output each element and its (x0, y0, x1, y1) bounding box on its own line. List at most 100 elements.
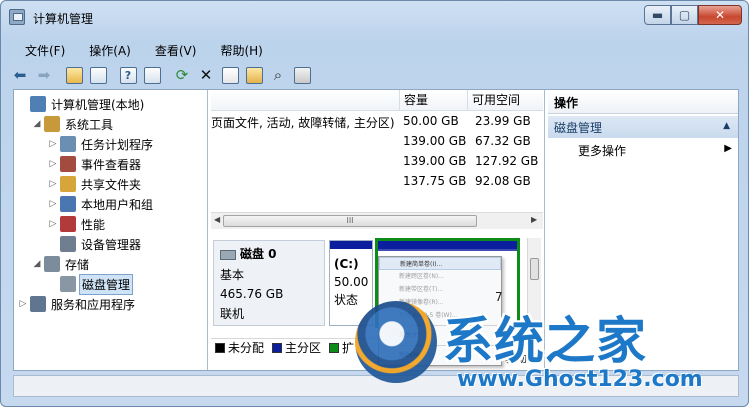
disk-management-icon (60, 276, 76, 292)
services-icon (30, 296, 46, 312)
show-action-icon[interactable] (141, 64, 163, 86)
capacity-cell: 139.00 GB (403, 134, 467, 148)
show-tree-icon[interactable] (87, 64, 109, 86)
disk-status: 联机 (220, 307, 245, 321)
menu-view[interactable]: 查看(V) (139, 39, 205, 59)
menu-action[interactable]: 操作(A) (73, 39, 139, 59)
partition-c-size: 50.00 (334, 275, 369, 289)
legend-label: 主分区 (285, 341, 322, 355)
context-menu-item[interactable]: 新建简单卷(I)... (379, 257, 501, 270)
tree-item[interactable]: ◢ 系统工具 (32, 114, 115, 134)
expander-icon[interactable]: ▷ (48, 199, 58, 209)
computer-management-icon (9, 9, 25, 25)
minimize-button[interactable]: ▬ (644, 5, 671, 25)
tree-item[interactable]: 计算机管理(本地) (18, 94, 146, 114)
volume-row[interactable]: 137.75 GB 92.08 GB (211, 172, 543, 192)
menu-help[interactable]: 帮助(H) (204, 39, 270, 59)
legend-swatch (329, 342, 340, 353)
expander-icon[interactable]: ▷ (48, 179, 58, 189)
column-header-layout[interactable] (211, 90, 399, 111)
tree-item[interactable]: ▷ 性能 (48, 214, 107, 234)
shared-folder-icon (60, 176, 76, 192)
performance-icon (60, 216, 76, 232)
horizontal-scrollbar[interactable]: ◀ III ▶ (211, 212, 543, 229)
menu-file[interactable]: 文件(F) (9, 39, 73, 59)
capacity-cell: 50.00 GB (403, 114, 459, 128)
actions-section-disk-management[interactable]: 磁盘管理 ▲ (548, 116, 738, 138)
free-space-cell: 127.92 GB (475, 154, 539, 168)
tree-item[interactable]: 磁盘管理 (48, 273, 134, 295)
context-menu-item: 新建带区卷(T)... (399, 286, 444, 293)
tree-item-label: 磁盘管理 (79, 273, 134, 295)
forward-arrow-icon[interactable]: ➡ (33, 64, 55, 86)
tree-item[interactable]: ▷ 本地用户和组 (48, 194, 155, 214)
legend-swatch (272, 342, 283, 353)
collapse-icon[interactable]: ▲ (723, 121, 730, 131)
column-header-capacity[interactable]: 容量 (399, 90, 467, 111)
expander-icon[interactable]: ▷ (48, 139, 58, 149)
tree-item-label: 计算机管理(本地) (51, 97, 145, 112)
volume-row[interactable]: 页面文件, 活动, 故障转储, 主分区) 50.00 GB 23.99 GB (211, 112, 543, 132)
tree-item-label: 任务计划程序 (81, 137, 154, 152)
toolbar: ⬅ ➡ ? ⟳ ✕ ⌕ (9, 63, 741, 87)
scroll-right-icon[interactable]: ▶ (531, 215, 537, 224)
tree-item[interactable]: ▷ 共享文件夹 (48, 174, 143, 194)
maximize-button[interactable]: ▢ (671, 5, 698, 25)
primary-partition-bar (330, 241, 372, 249)
tree-item-label: 设备管理器 (81, 237, 142, 252)
expander-icon[interactable]: ▷ (18, 299, 28, 309)
expander-icon[interactable]: ▷ (48, 219, 58, 229)
users-icon (60, 196, 76, 212)
more-actions-item[interactable]: 更多操作 ▶ (578, 142, 738, 162)
expander-icon[interactable]: ▷ (48, 159, 58, 169)
volume-row[interactable]: 139.00 GB 127.92 GB (211, 152, 543, 172)
expander-icon[interactable]: ◢ (32, 259, 42, 269)
disk-name: 磁盘 0 (220, 245, 318, 262)
legend-label: 扩 (342, 341, 355, 355)
tree-item[interactable]: ▷ 服务和应用程序 (18, 294, 137, 314)
tree-item[interactable]: 设备管理器 (48, 234, 143, 254)
partition-c-label: (C:) (334, 257, 359, 271)
expander-icon[interactable]: ◢ (32, 119, 42, 129)
free-space-cell: 23.99 GB (475, 114, 531, 128)
disk-size: 465.76 GB (220, 287, 284, 301)
menu-bar: 文件(F) 操作(A) 查看(V) 帮助(H) (9, 39, 271, 59)
caption-buttons: ▬ ▢ ✕ (644, 5, 742, 25)
free-space-cell: 67.32 GB (475, 134, 531, 148)
volume-list-header: 容量 可用空间 (211, 90, 543, 111)
tree-item[interactable]: ◢ 存储 (32, 254, 91, 274)
tree-item-label: 本地用户和组 (81, 197, 154, 212)
capacity-cell: 137.75 GB (403, 174, 467, 188)
help-icon[interactable]: ? (117, 64, 139, 86)
column-header-free-space[interactable]: 可用空间 (467, 90, 543, 111)
scroll-left-icon[interactable]: ◀ (214, 215, 220, 224)
actions-section-label: 磁盘管理 (554, 121, 603, 135)
vertical-scroll-thumb[interactable] (530, 258, 539, 280)
title-bar[interactable]: 计算机管理 ▬ ▢ ✕ (1, 1, 748, 33)
close-button[interactable]: ✕ (698, 5, 742, 25)
export-icon[interactable] (291, 64, 313, 86)
scroll-thumb[interactable]: III (223, 215, 477, 227)
submenu-arrow-icon: ▶ (724, 143, 732, 154)
disk-0-info[interactable]: 磁盘 0 基本 465.76 GB 联机 (213, 240, 325, 326)
free-space-cell: 92.08 GB (475, 174, 531, 188)
tree-item[interactable]: ▷ 事件查看器 (48, 154, 143, 174)
computer-management-window: 计算机管理 ▬ ▢ ✕ 文件(F) 操作(A) 查看(V) 帮助(H) ⬅ ➡ … (0, 0, 749, 407)
refresh-icon[interactable]: ⟳ (171, 64, 193, 86)
capacity-cell: 139.00 GB (403, 154, 467, 168)
delete-icon[interactable]: ✕ (195, 64, 217, 86)
search-icon[interactable]: ⌕ (267, 64, 289, 86)
folder-up-icon[interactable] (63, 64, 85, 86)
open-icon[interactable] (243, 64, 265, 86)
back-arrow-icon[interactable]: ⬅ (9, 64, 31, 86)
actions-header: 操作 (548, 90, 738, 114)
tree-item-label: 系统工具 (65, 117, 114, 132)
computer-icon (30, 96, 46, 112)
properties-icon[interactable] (219, 64, 241, 86)
extended-partition-bar (378, 241, 517, 251)
watermark-logo-icon (355, 301, 437, 383)
volume-row[interactable]: 139.00 GB 67.32 GB (211, 132, 543, 152)
tools-icon (44, 116, 60, 132)
tree-item-label: 共享文件夹 (81, 177, 142, 192)
tree-item[interactable]: ▷ 任务计划程序 (48, 134, 155, 154)
